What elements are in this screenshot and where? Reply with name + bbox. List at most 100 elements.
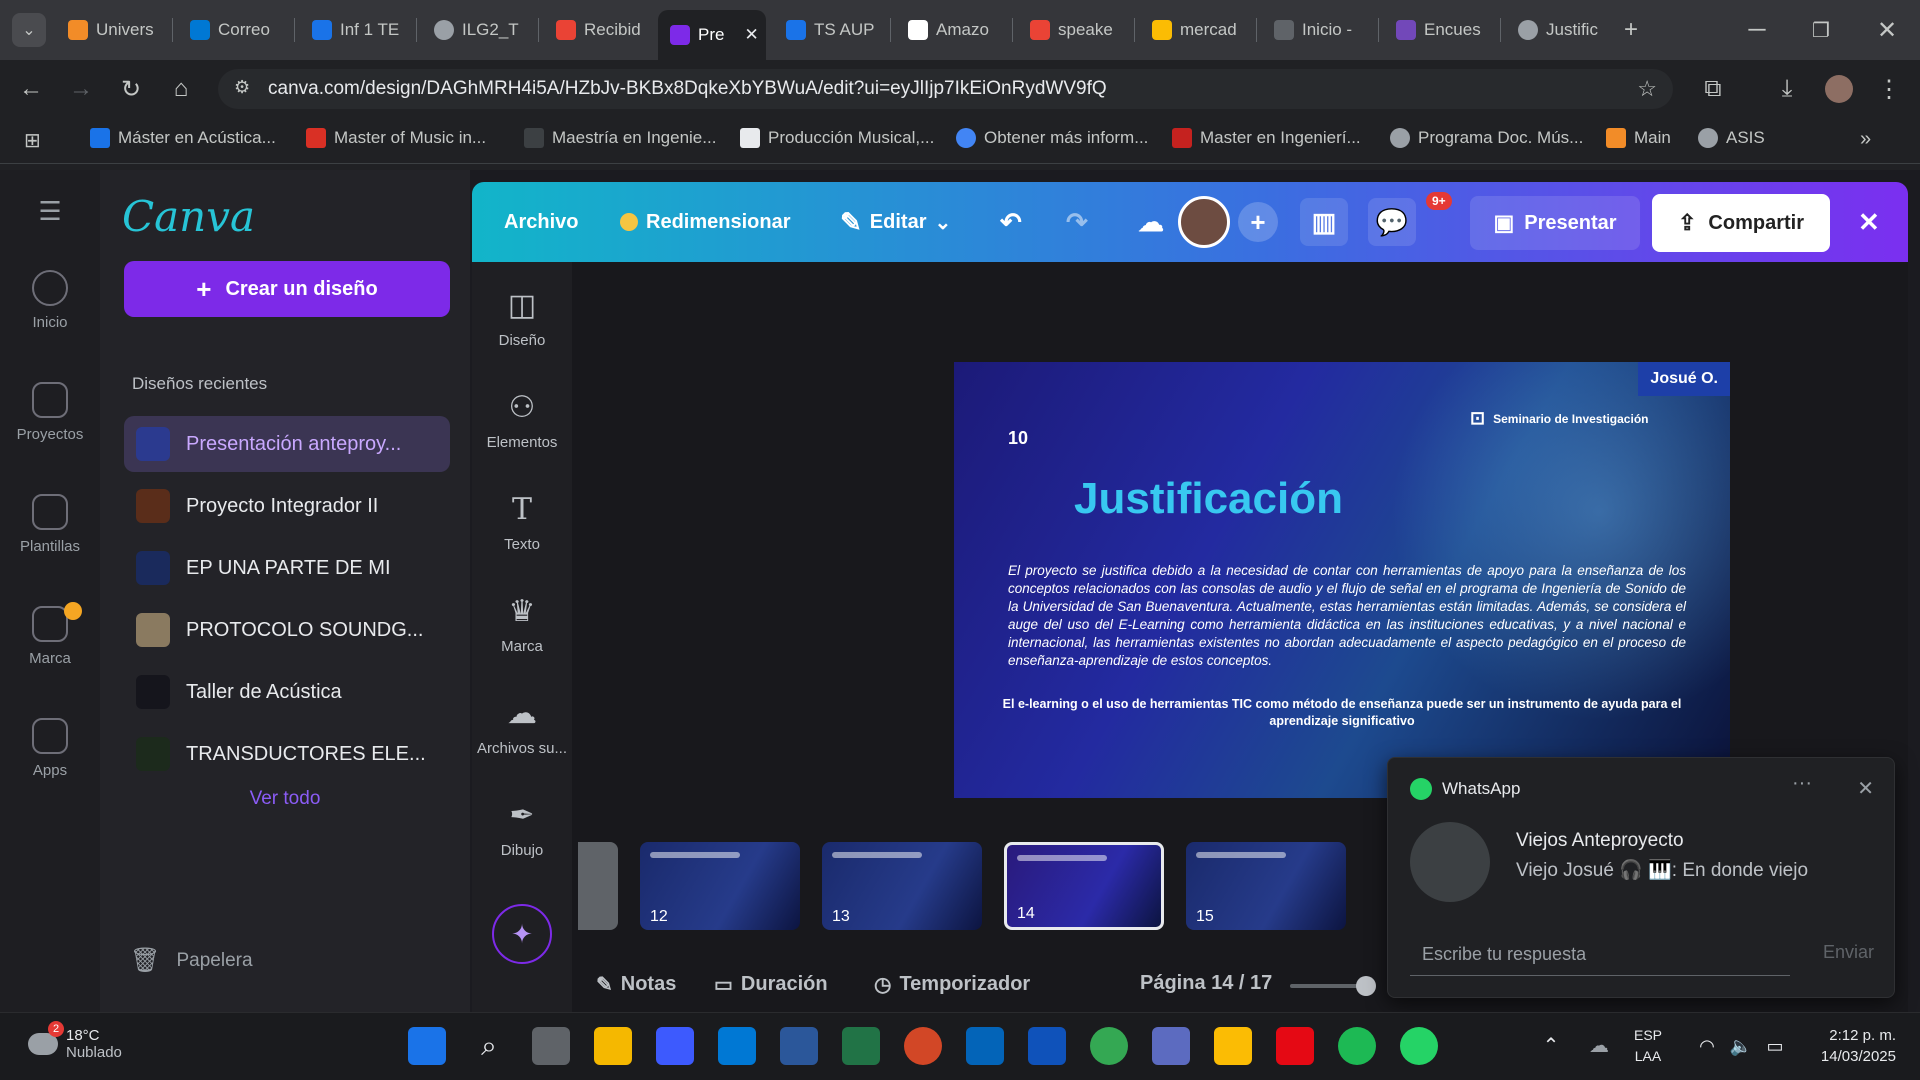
weather-widget[interactable]: 2 18°C Nublado xyxy=(28,1021,122,1061)
slide-thumbnail[interactable]: 13 xyxy=(822,842,982,930)
edit-menu[interactable]: ✎ Editar ⌄ xyxy=(840,182,951,262)
language-indicator[interactable]: ESP LAA xyxy=(1634,1025,1662,1067)
close-window-icon[interactable]: ✕ xyxy=(1870,13,1904,47)
tab-mercado[interactable]: mercad xyxy=(1140,10,1250,50)
rail-inicio[interactable]: Inicio xyxy=(0,270,100,331)
bookmark-item[interactable]: Obtener más inform... xyxy=(956,128,1148,148)
download-icon[interactable]: ⤓ xyxy=(1770,72,1804,106)
reply-input[interactable]: Escribe tu respuesta xyxy=(1410,930,1790,976)
volume-icon[interactable]: 🔈 xyxy=(1722,1027,1760,1065)
notes-button[interactable]: ✎ Notas xyxy=(596,972,676,997)
insights-icon[interactable]: ▥ xyxy=(1300,182,1348,262)
close-editor-icon[interactable]: ✕ xyxy=(1858,182,1880,262)
bookmark-item[interactable]: Producción Musical,... xyxy=(740,128,934,148)
tab-justificacion[interactable]: Justific xyxy=(1506,10,1616,50)
tab-ts-aup[interactable]: TS AUP xyxy=(774,10,884,50)
share-button[interactable]: ⇪ Compartir xyxy=(1652,194,1830,252)
tab-gmail[interactable]: Recibid xyxy=(544,10,654,50)
comments-icon[interactable]: 💬 xyxy=(1368,182,1416,262)
zoom-slider[interactable] xyxy=(1290,976,1376,996)
forward-icon[interactable]: → xyxy=(64,72,98,106)
system-clock[interactable]: 2:12 p. m. 14/03/2025 xyxy=(1821,1025,1896,1067)
redo-icon[interactable]: ↷ xyxy=(1066,182,1088,262)
see-all-link[interactable]: Ver todo xyxy=(100,788,470,810)
canva-logo[interactable]: Canva xyxy=(122,192,255,241)
bookmark-item[interactable]: Master en Ingenierí... xyxy=(1172,128,1361,148)
store-icon[interactable] xyxy=(656,1027,694,1065)
url-field[interactable]: ⚙ canva.com/design/DAGhMRH4i5A/HZbJv-BKB… xyxy=(218,69,1673,109)
tab-ilg2[interactable]: ILG2_T xyxy=(422,10,532,50)
slide-thumbnail[interactable]: 12 xyxy=(640,842,800,930)
trash-button[interactable]: 🗑 Papelera xyxy=(130,946,253,975)
create-design-button[interactable]: + Crear un diseño xyxy=(124,261,450,317)
restore-icon[interactable]: ❐ xyxy=(1804,13,1838,47)
bookmark-item[interactable]: ASIS xyxy=(1698,128,1765,148)
tool-uploads[interactable]: ☁ Archivos su... xyxy=(472,694,572,757)
tab-inicio[interactable]: Inicio - xyxy=(1262,10,1372,50)
tab-speaker[interactable]: speake xyxy=(1018,10,1128,50)
tool-elements[interactable]: ⚇ Elementos xyxy=(472,388,572,451)
extensions-icon[interactable]: ⧉ xyxy=(1696,72,1730,106)
tab-amazon[interactable]: Amazo xyxy=(896,10,1006,50)
back-icon[interactable]: ← xyxy=(14,72,48,106)
zoom-slider-thumb[interactable] xyxy=(1356,976,1376,996)
wifi-icon[interactable]: ◠ xyxy=(1688,1027,1726,1065)
cloud-saved-icon[interactable]: ☁ xyxy=(1138,182,1164,262)
add-collaborator-icon[interactable]: + xyxy=(1238,182,1278,262)
minimize-icon[interactable]: ─ xyxy=(1740,13,1774,47)
bookmark-item[interactable]: Máster en Acústica... xyxy=(90,128,276,148)
tool-design[interactable]: ◫ Diseño xyxy=(472,286,572,349)
whatsapp-icon[interactable] xyxy=(1400,1027,1438,1065)
recent-design-item[interactable]: EP UNA PARTE DE MI xyxy=(124,540,450,596)
undo-icon[interactable]: ↶ xyxy=(1000,182,1022,262)
tray-chevron-icon[interactable]: ⌃ xyxy=(1532,1027,1570,1065)
windows-start-icon[interactable] xyxy=(408,1027,446,1065)
bookmark-item[interactable]: Maestría en Ingenie... xyxy=(524,128,716,148)
recent-design-item[interactable]: PROTOCOLO SOUNDG... xyxy=(124,602,450,658)
powerpoint-icon[interactable] xyxy=(904,1027,942,1065)
magic-sparkle-button[interactable]: ✦ xyxy=(492,904,552,964)
outlook-new-icon[interactable] xyxy=(966,1027,1004,1065)
tool-brand[interactable]: ♛ Marca xyxy=(472,592,572,655)
onedrive-tray-icon[interactable]: ☁ xyxy=(1580,1027,1618,1065)
slide-thumbnail[interactable]: 15 xyxy=(1186,842,1346,930)
site-info-icon[interactable]: ⚙ xyxy=(234,77,250,98)
tab-correo[interactable]: Correo xyxy=(178,10,288,50)
tab-search-button[interactable]: ⌄ xyxy=(12,13,46,47)
bookmark-item[interactable]: Master of Music in... xyxy=(306,128,486,148)
more-bookmarks-icon[interactable]: » xyxy=(1860,128,1871,151)
search-icon[interactable]: ⌕ xyxy=(470,1027,508,1065)
spotify-icon[interactable] xyxy=(1338,1027,1376,1065)
tab-encuesta[interactable]: Encues xyxy=(1384,10,1494,50)
rail-marca[interactable]: Marca xyxy=(0,602,100,667)
recent-design-item[interactable]: Proyecto Integrador II xyxy=(124,478,450,534)
excel-icon[interactable] xyxy=(842,1027,880,1065)
duration-button[interactable]: ▭ Duración xyxy=(714,972,828,997)
rail-apps[interactable]: Apps xyxy=(0,718,100,779)
word-icon[interactable] xyxy=(780,1027,818,1065)
reload-icon[interactable]: ↻ xyxy=(114,72,148,106)
timer-button[interactable]: ◷ Temporizador xyxy=(874,972,1030,997)
todo-icon[interactable] xyxy=(1028,1027,1066,1065)
slide-thumbnail-selected[interactable]: 14 xyxy=(1004,842,1164,930)
hamburger-menu-icon[interactable]: ☰ xyxy=(0,196,100,227)
tool-text[interactable]: T Texto xyxy=(472,490,572,553)
app-icon[interactable] xyxy=(1214,1027,1252,1065)
tab-canva-active[interactable]: Pre ✕ xyxy=(658,10,766,60)
battery-icon[interactable]: ▭ xyxy=(1756,1027,1794,1065)
file-menu[interactable]: Archivo xyxy=(504,182,578,262)
recent-design-item[interactable]: TRANSDUCTORES ELE... xyxy=(124,726,450,782)
close-tab-icon[interactable]: ✕ xyxy=(744,25,758,45)
profile-avatar[interactable] xyxy=(1822,72,1856,106)
apps-grid-icon[interactable]: ⊞ xyxy=(24,128,41,153)
recent-design-item[interactable]: Taller de Acústica xyxy=(124,664,450,720)
rail-proyectos[interactable]: Proyectos xyxy=(0,382,100,443)
tool-draw[interactable]: ✒ Dibujo xyxy=(472,796,572,859)
whatsapp-notification[interactable]: WhatsApp ··· ✕ Viejos Anteproyecto Viejo… xyxy=(1387,757,1895,998)
present-button[interactable]: ▣ Presentar xyxy=(1470,196,1640,250)
more-options-icon[interactable]: ··· xyxy=(1792,772,1812,795)
app-icon[interactable] xyxy=(1152,1027,1190,1065)
send-button[interactable]: Enviar xyxy=(1823,942,1874,963)
rail-plantillas[interactable]: Plantillas xyxy=(0,494,100,555)
tab-inf[interactable]: Inf 1 TE xyxy=(300,10,410,50)
